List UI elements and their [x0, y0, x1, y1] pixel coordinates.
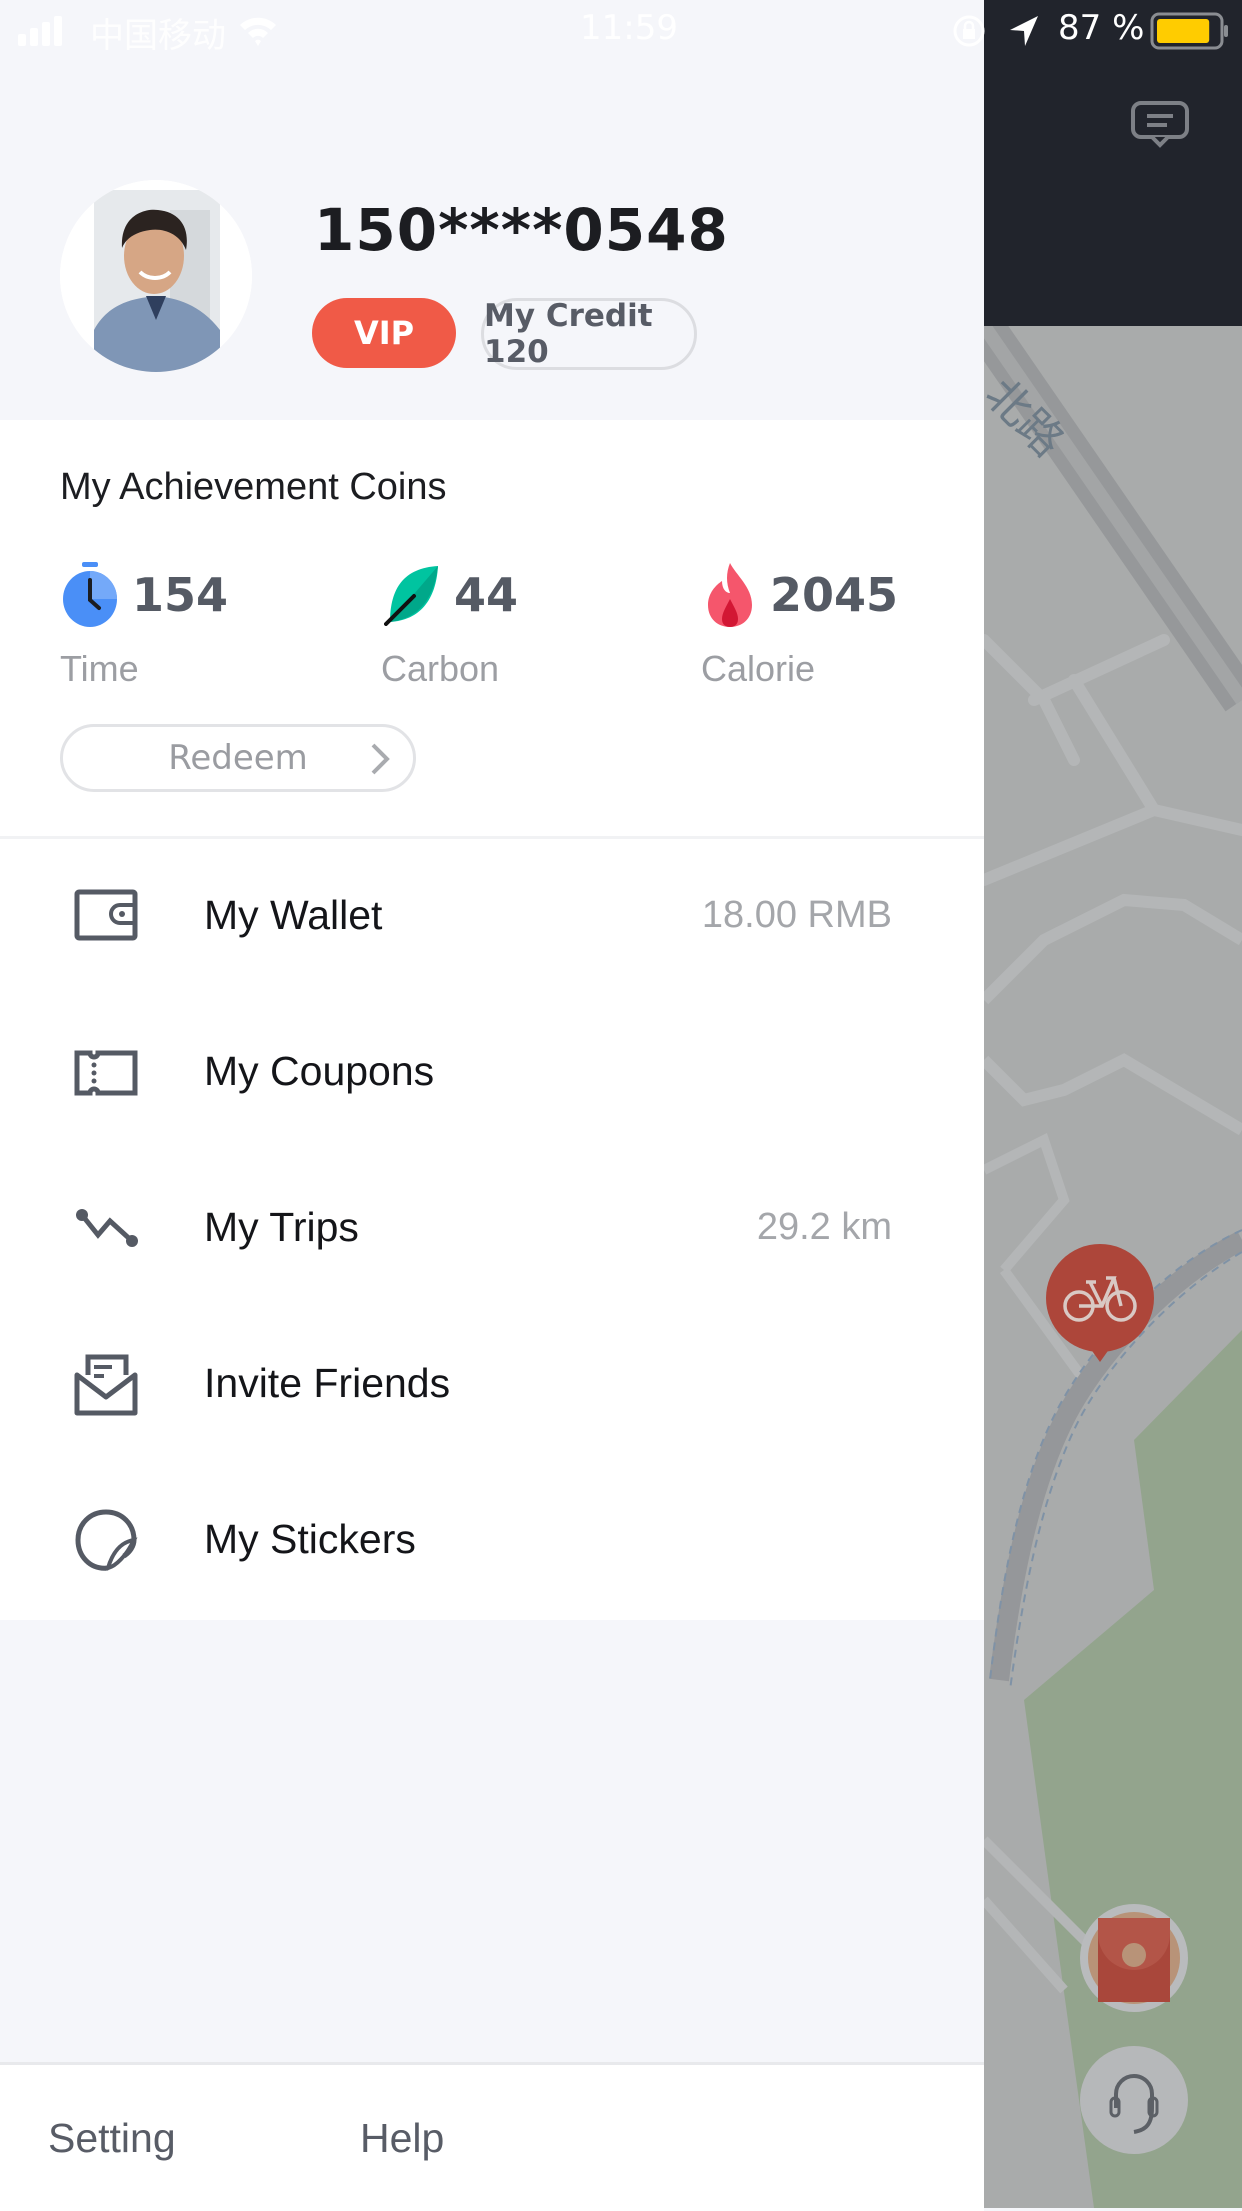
side-drawer: 150****0548 VIP My Credit 120 My Achieve… [0, 0, 984, 2211]
section-divider [0, 836, 984, 839]
credit-score-button[interactable]: My Credit 120 [481, 298, 697, 370]
menu-item-label: My Wallet [204, 892, 383, 938]
coin-calorie-label: Calorie [701, 648, 816, 689]
redeem-label: Redeem [168, 738, 308, 778]
coin-time-value: 154 [132, 568, 229, 622]
sticker-icon [75, 1509, 138, 1571]
bike-marker[interactable] [1044, 1244, 1156, 1366]
redeem-button[interactable]: Redeem [60, 724, 416, 792]
orientation-lock-icon [953, 15, 985, 47]
signal-icon [18, 16, 62, 46]
menu-item-trips[interactable]: My Trips 29.2 km [0, 1154, 984, 1304]
coin-carbon[interactable]: 44 [384, 560, 518, 630]
menu-item-wallet[interactable]: My Wallet 18.00 RMB [0, 842, 984, 992]
menu-item-label: My Coupons [204, 1048, 435, 1094]
achievement-coins-title: My Achievement Coins [60, 466, 447, 508]
coin-carbon-label: Carbon [381, 648, 500, 689]
menu-item-coupons[interactable]: My Coupons [0, 998, 984, 1148]
menu-item-invite[interactable]: Invite Friends [0, 1310, 984, 1460]
location-arrow-icon [1010, 16, 1038, 46]
drawer-footer: Setting Help [0, 2062, 984, 2211]
wallet-balance: 18.00 RMB [701, 894, 892, 936]
status-bar: 中国移动 11:59 87 % [0, 0, 1242, 62]
trips-distance: 29.2 km [756, 1206, 892, 1248]
vip-badge-button[interactable]: VIP [312, 298, 456, 368]
red-packet-icon [1088, 1912, 1180, 2004]
invite-envelope-icon [74, 1354, 138, 1416]
user-phone-number: 150****0548 [314, 196, 729, 264]
customer-service-button[interactable] [1080, 2046, 1188, 2154]
menu-item-label: My Stickers [204, 1516, 416, 1562]
coin-calorie-value: 2045 [770, 568, 899, 622]
stopwatch-icon [63, 562, 117, 627]
coin-calorie[interactable]: 2045 [704, 560, 898, 630]
wifi-icon [240, 17, 276, 46]
trips-icon [76, 1209, 138, 1247]
setting-link[interactable]: Setting [48, 2115, 176, 2162]
flame-icon [708, 563, 752, 627]
headset-icon [1109, 2074, 1159, 2134]
help-link[interactable]: Help [360, 2115, 444, 2162]
clock: 11:59 [580, 8, 678, 48]
coin-time-label: Time [60, 648, 139, 689]
messages-icon[interactable] [1130, 100, 1190, 156]
leaf-icon [384, 566, 438, 626]
menu-item-label: Invite Friends [204, 1360, 451, 1406]
battery-fill [1157, 19, 1210, 43]
battery-percent: 87 % [1058, 8, 1145, 48]
wallet-icon [74, 889, 138, 941]
coupon-icon [74, 1050, 138, 1096]
menu-item-label: My Trips [204, 1204, 359, 1250]
avatar[interactable] [60, 180, 252, 372]
map-roads: 北路 [984, 314, 1242, 2208]
menu-item-stickers[interactable]: My Stickers [0, 1466, 984, 1616]
chevron-right-icon [371, 743, 390, 775]
coin-carbon-value: 44 [454, 568, 519, 622]
avatar-photo [60, 180, 252, 372]
carrier-name: 中国移动 [90, 16, 226, 56]
red-packet-button[interactable] [1080, 1904, 1188, 2012]
coin-time[interactable]: 154 [62, 560, 228, 630]
map-view[interactable]: 北路 [984, 0, 1242, 2208]
battery-icon [1150, 12, 1228, 50]
